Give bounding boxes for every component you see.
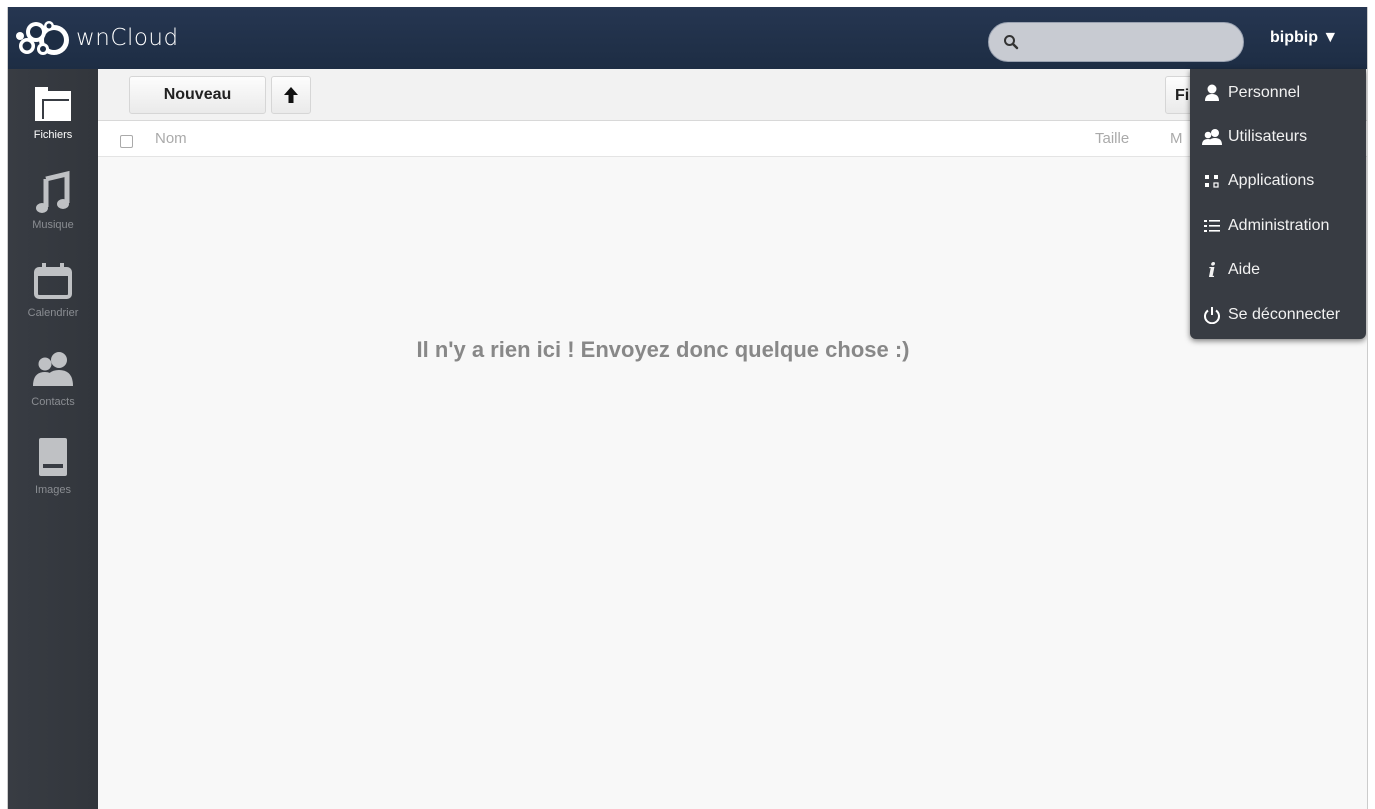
controls-bar: Nouveau Fi	[98, 69, 1367, 121]
nav-label-files: Fichiers	[33, 129, 73, 141]
menu-label-personnel: Personnel	[1228, 84, 1301, 101]
search-box[interactable]	[988, 22, 1244, 62]
person-icon	[1205, 84, 1219, 101]
column-size[interactable]: Taille	[1095, 130, 1129, 147]
column-modified[interactable]: M	[1170, 130, 1183, 147]
nav-label-calendar: Calendrier	[27, 307, 79, 319]
owncloud-logo[interactable]: wnCloud	[16, 13, 179, 63]
users-icon	[1202, 129, 1222, 145]
nav-label-contacts: Contacts	[31, 396, 75, 408]
menu-label-users: Utilisateurs	[1228, 128, 1308, 145]
menu-label-applications: Applications	[1228, 172, 1315, 189]
apps-icon	[1205, 175, 1219, 188]
upload-arrow-icon	[284, 87, 298, 103]
nav-item-contacts[interactable]: Contacts	[8, 336, 98, 422]
nav-label-images: Images	[34, 484, 72, 496]
user-dropdown-menu: Personnel Utilisateurs Applications Admi…	[1190, 69, 1366, 339]
file-list-header: Nom Taille M	[98, 121, 1367, 157]
search-icon	[1004, 35, 1019, 50]
menu-label-logout: Se déconnecter	[1228, 306, 1341, 323]
list-icon	[1204, 220, 1220, 232]
music-note-icon	[36, 170, 70, 213]
empty-content-message: Il n'y a rien ici ! Envoyez donc quelque…	[416, 337, 910, 362]
menu-item-logout[interactable]: Se déconnecter	[1190, 293, 1366, 337]
column-name[interactable]: Nom	[155, 130, 187, 147]
menu-item-administration[interactable]: Administration	[1190, 204, 1366, 248]
cloud-logo-icon	[16, 21, 69, 55]
menu-item-applications[interactable]: Applications	[1190, 159, 1366, 203]
menu-item-personnel[interactable]: Personnel	[1190, 71, 1366, 115]
logo-text: wnCloud	[76, 25, 179, 51]
new-button[interactable]: Nouveau	[129, 76, 266, 114]
menu-label-administration: Administration	[1228, 217, 1330, 234]
menu-label-help: Aide	[1228, 261, 1261, 278]
menu-item-help[interactable]: i Aide	[1190, 248, 1366, 292]
folder-icon	[35, 87, 71, 121]
info-icon: i	[1208, 258, 1216, 282]
nav-item-calendar[interactable]: Calendrier	[8, 247, 98, 333]
header-bar: wnCloud bipbip ▼	[8, 7, 1367, 69]
select-all-checkbox[interactable]	[120, 135, 133, 148]
power-icon	[1204, 307, 1220, 324]
upload-button[interactable]	[271, 76, 311, 114]
nav-item-music[interactable]: Musique	[8, 159, 98, 245]
app-window: wnCloud bipbip ▼ Fichiers Musique Calend…	[7, 7, 1368, 809]
nav-item-files[interactable]: Fichiers	[8, 69, 98, 155]
app-navigation: Fichiers Musique Calendrier Contacts Ima…	[8, 69, 98, 809]
nav-item-images[interactable]: Images	[8, 424, 98, 510]
nav-label-music: Musique	[32, 219, 74, 231]
search-input[interactable]	[1027, 23, 1233, 61]
menu-item-users[interactable]: Utilisateurs	[1190, 115, 1366, 159]
image-icon	[39, 438, 67, 476]
contacts-icon	[33, 352, 73, 386]
user-menu-toggle[interactable]: bipbip ▼	[1270, 29, 1338, 47]
calendar-icon	[34, 263, 72, 299]
